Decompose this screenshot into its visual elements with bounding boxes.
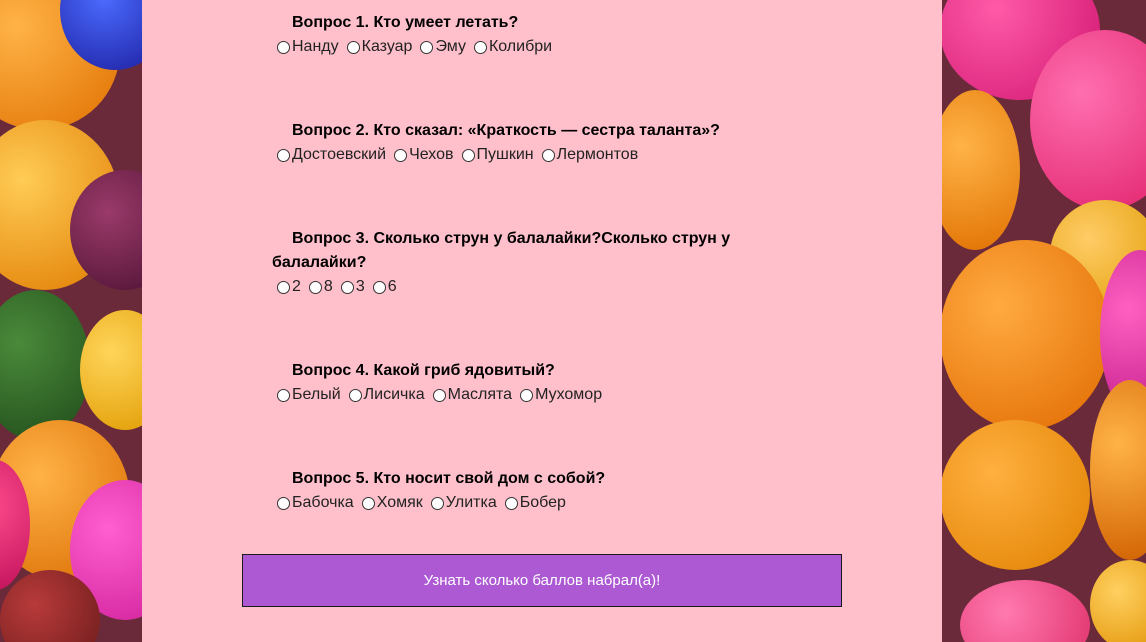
option-label: Хомяк [376,494,423,511]
option-label: Достоевский [292,146,387,163]
option-label: Улитка [445,494,497,511]
question-title: Вопрос 1. Кто умеет летать? [292,14,519,31]
radio-button[interactable] [461,148,475,162]
option-label: Казуар [361,38,413,55]
option-3[interactable]: 3 [340,278,365,296]
option-bober[interactable]: Бобер [504,494,566,512]
question-title: Вопрос 2. Кто сказал: «Краткость — сестр… [292,122,720,139]
question-5: Вопрос 5. Кто носит свой дом с собой? Ба… [272,467,742,515]
quiz-panel: Вопрос 1. Кто умеет летать? Нанду Казуар… [142,0,942,642]
radio-button[interactable] [348,388,362,402]
question-1: Вопрос 1. Кто умеет летать? Нанду Казуар… [272,11,742,59]
option-8[interactable]: 8 [308,278,333,296]
option-belyi[interactable]: Белый [277,386,341,404]
option-label: Маслята [447,386,513,403]
option-label: Нанду [292,38,339,55]
option-6[interactable]: 6 [372,278,397,296]
question-title: Вопрос 3. Сколько струн у балалайки?Скол… [272,230,731,271]
answer-options: Бабочка Хомяк Улитка Бобер [277,491,742,515]
option-khomyak[interactable]: Хомяк [361,494,423,512]
option-label: Мухомор [535,386,603,403]
option-ulitka[interactable]: Улитка [430,494,497,512]
option-maslyata[interactable]: Маслята [432,386,513,404]
option-label: Белый [292,386,341,403]
question-title: Вопрос 5. Кто носит свой дом с собой? [292,470,606,487]
question-4: Вопрос 4. Какой гриб ядовитый? Белый Лис… [272,359,742,407]
option-label: Лисичка [363,386,425,403]
radio-button[interactable] [432,388,446,402]
option-lermontov[interactable]: Лермонтов [541,146,639,164]
radio-button[interactable] [473,40,487,54]
option-nandu[interactable]: Нанду [277,38,339,56]
answer-options: 2 8 3 6 [277,275,742,299]
answer-options: Нанду Казуар Эму Колибри [277,35,742,59]
option-lisichka[interactable]: Лисичка [348,386,425,404]
option-label: 3 [355,278,365,295]
radio-button[interactable] [277,40,290,54]
option-label: 8 [323,278,333,295]
radio-button[interactable] [520,388,534,402]
option-2[interactable]: 2 [277,278,301,296]
question-2: Вопрос 2. Кто сказал: «Краткость — сестр… [272,119,742,167]
question-3: Вопрос 3. Сколько струн у балалайки?Скол… [272,227,742,299]
radio-button[interactable] [372,280,386,294]
option-label: Пушкин [476,146,534,163]
option-kazuar[interactable]: Казуар [346,38,413,56]
radio-button[interactable] [361,496,375,510]
option-label: Чехов [409,146,454,163]
radio-button[interactable] [420,40,434,54]
option-dostoevsky[interactable]: Достоевский [277,146,386,164]
option-pushkin[interactable]: Пушкин [461,146,534,164]
option-label: 2 [292,278,301,295]
option-label: Лермонтов [556,146,639,163]
radio-button[interactable] [394,148,408,162]
option-chekhov[interactable]: Чехов [394,146,454,164]
option-label: Бабочка [292,494,354,511]
answer-options: Белый Лисичка Маслята Мухомор [277,383,742,407]
option-label: 6 [387,278,397,295]
option-kolibri[interactable]: Колибри [473,38,553,56]
option-label: Колибри [488,38,553,55]
radio-button[interactable] [541,148,555,162]
radio-button[interactable] [277,388,290,402]
radio-button[interactable] [277,148,290,162]
radio-button[interactable] [277,496,290,510]
option-babochka[interactable]: Бабочка [277,494,354,512]
radio-button[interactable] [504,496,518,510]
question-title: Вопрос 4. Какой гриб ядовитый? [292,362,555,379]
radio-button[interactable] [277,280,290,294]
submit-score-button[interactable]: Узнать сколько баллов набрал(а)! [242,554,842,607]
answer-options: Достоевский Чехов Пушкин Лермонтов [277,143,742,167]
radio-button[interactable] [308,280,322,294]
radio-button[interactable] [340,280,354,294]
radio-button[interactable] [346,40,360,54]
option-emu[interactable]: Эму [420,38,466,56]
radio-button[interactable] [430,496,444,510]
option-label: Бобер [519,494,566,511]
option-label: Эму [435,38,466,55]
option-mukhomor[interactable]: Мухомор [520,386,602,404]
